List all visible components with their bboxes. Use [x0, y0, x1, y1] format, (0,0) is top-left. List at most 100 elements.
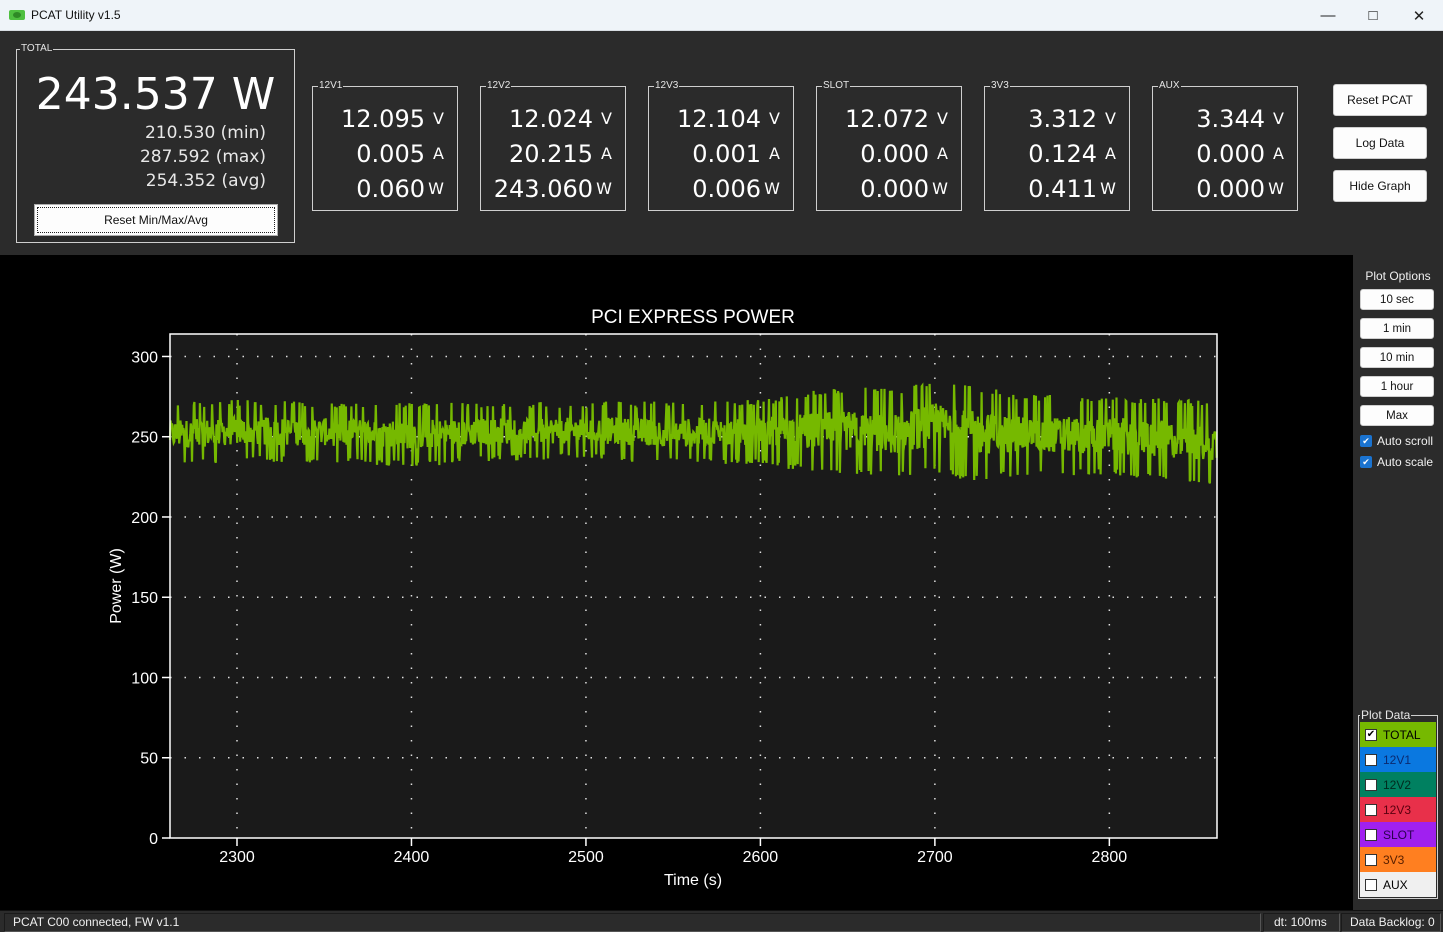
rail-group-aux: AUX 3.344 V 0.000 A 0.000 W	[1152, 79, 1298, 211]
x-tick-label: 2800	[1092, 849, 1128, 866]
total-min: 210.530 (min)	[144, 123, 266, 143]
y-axis-label: Power (W)	[108, 548, 125, 624]
volts-unit: V	[937, 109, 948, 128]
rail-label: 12V3	[654, 79, 680, 93]
rail-group-3v3: 3V3 3.312 V 0.124 A 0.411 W	[984, 79, 1130, 211]
y-tick-label: 50	[140, 751, 158, 768]
amps-unit: A	[433, 144, 444, 163]
hide-graph-button[interactable]: Hide Graph	[1333, 170, 1427, 202]
plot-data-label: 12V1	[1383, 752, 1412, 767]
checkmark-icon: ✔	[1360, 435, 1372, 447]
x-tick-label: 2600	[743, 849, 779, 866]
range-max-button[interactable]: Max	[1360, 405, 1434, 426]
rail-current-value: 0.000	[1196, 140, 1265, 168]
status-bar: PCAT C00 connected, FW v1.1 dt: 100ms Da…	[0, 910, 1443, 932]
plot-side-panel: Plot Options 10 sec 1 min 10 min 1 hour …	[1353, 255, 1443, 910]
amps-unit: A	[1273, 144, 1284, 163]
checkbox-icon: ✔	[1365, 728, 1377, 741]
auto-scroll-checkbox[interactable]: ✔ Auto scroll	[1360, 433, 1433, 449]
volts-unit: V	[769, 109, 780, 128]
checkbox-icon	[1365, 853, 1377, 866]
rail-current-row: 0.001 A	[649, 139, 791, 169]
rail-power-row: 0.411 W	[985, 174, 1127, 204]
rail-power-value: 0.000	[860, 175, 929, 203]
amps-unit: A	[1105, 144, 1116, 163]
checkmark-icon: ✔	[1360, 456, 1372, 468]
data-backlog-status: Data Backlog: 0	[1341, 913, 1441, 932]
plot-data-title: Plot Data	[1360, 708, 1412, 722]
plot-data-item-aux[interactable]: AUX	[1360, 872, 1436, 897]
volts-unit: V	[601, 109, 612, 128]
rail-voltage-value: 12.104	[677, 105, 761, 133]
plot-data-item-total[interactable]: ✔ TOTAL	[1360, 722, 1436, 747]
amps-unit: A	[601, 144, 612, 163]
rail-voltage-value: 3.344	[1196, 105, 1265, 133]
checkbox-icon	[1365, 828, 1377, 841]
rail-voltage-row: 12.072 V	[817, 104, 959, 134]
plot-data-group: Plot Data ✔ TOTAL 12V1 12V2 12V3 SLOT 3V…	[1358, 708, 1438, 899]
rail-group-12v1: 12V1 12.095 V 0.005 A 0.060 W	[312, 79, 458, 211]
plot-data-item-12v1[interactable]: 12V1	[1360, 747, 1436, 772]
title-bar: PCAT Utility v1.5 — □ ✕	[0, 0, 1443, 31]
plot-area	[170, 334, 1217, 838]
rail-power-row: 0.060 W	[313, 174, 455, 204]
auto-scroll-label: Auto scroll	[1377, 434, 1434, 448]
rail-current-row: 0.005 A	[313, 139, 455, 169]
range-1-hour-button[interactable]: 1 hour	[1360, 376, 1434, 397]
maximize-button[interactable]: □	[1350, 0, 1396, 31]
auto-scale-checkbox[interactable]: ✔ Auto scale	[1360, 454, 1433, 470]
minimize-button[interactable]: —	[1305, 0, 1351, 31]
rail-voltage-row: 3.344 V	[1153, 104, 1295, 134]
plot-data-item-slot[interactable]: SLOT	[1360, 822, 1436, 847]
watts-unit: W	[596, 179, 612, 198]
watts-unit: W	[1268, 179, 1284, 198]
y-tick-label: 0	[149, 831, 158, 848]
rail-current-value: 20.215	[509, 140, 593, 168]
log-data-button[interactable]: Log Data	[1333, 127, 1427, 159]
plot-data-item-12v2[interactable]: 12V2	[1360, 772, 1436, 797]
rail-group-slot: SLOT 12.072 V 0.000 A 0.000 W	[816, 79, 962, 211]
total-group-label: TOTAL	[20, 42, 54, 56]
close-button[interactable]: ✕	[1396, 0, 1442, 31]
watts-unit: W	[1100, 179, 1116, 198]
range-10-min-button[interactable]: 10 min	[1360, 347, 1434, 368]
rail-power-value: 243.060	[493, 175, 593, 203]
rail-power-row: 0.006 W	[649, 174, 791, 204]
rail-voltage-value: 12.024	[509, 105, 593, 133]
rail-voltage-row: 3.312 V	[985, 104, 1127, 134]
rail-current-row: 0.000 A	[1153, 139, 1295, 169]
chart-title: PCI EXPRESS POWER	[591, 307, 795, 328]
rail-current-value: 0.001	[692, 140, 761, 168]
plot-data-label: SLOT	[1383, 827, 1415, 842]
plot-options-title: Plot Options	[1365, 269, 1431, 283]
rail-group-12v3: 12V3 12.104 V 0.001 A 0.006 W	[648, 79, 794, 211]
reset-pcat-button[interactable]: Reset PCAT	[1333, 84, 1427, 116]
rail-label: 12V1	[318, 79, 344, 93]
x-axis-label: Time (s)	[664, 872, 722, 889]
rail-power-value: 0.411	[1028, 175, 1097, 203]
y-tick-label: 100	[131, 670, 158, 687]
y-tick-label: 200	[131, 510, 158, 527]
reset-min-max-avg-button[interactable]: Reset Min/Max/Avg	[34, 204, 278, 236]
x-tick-label: 2300	[219, 849, 255, 866]
dt-status: dt: 100ms	[1263, 913, 1340, 932]
rail-voltage-value: 12.072	[845, 105, 929, 133]
range-10-sec-button[interactable]: 10 sec	[1360, 289, 1434, 310]
rail-current-value: 0.000	[860, 140, 929, 168]
x-tick-label: 2700	[917, 849, 953, 866]
graph-area: 0 50 100 150 200 250 300 2300 2400 2500 2600 2700 2…	[0, 255, 1353, 910]
range-1-min-button[interactable]: 1 min	[1360, 318, 1434, 339]
total-max: 287.592 (max)	[139, 147, 266, 167]
rail-power-row: 243.060 W	[481, 174, 623, 204]
connection-status: PCAT C00 connected, FW v1.1	[4, 913, 1261, 932]
rail-group-12v2: 12V2 12.024 V 20.215 A 243.060 W	[480, 79, 626, 211]
nvidia-logo-icon	[9, 10, 25, 20]
plot-data-item-12v3[interactable]: 12V3	[1360, 797, 1436, 822]
y-axis: 0 50 100 150 200 250 300	[131, 349, 170, 848]
rail-power-value: 0.006	[692, 175, 761, 203]
plot-data-label: 12V2	[1383, 777, 1412, 792]
rail-power-row: 0.000 W	[1153, 174, 1295, 204]
rail-current-value: 0.124	[1028, 140, 1097, 168]
plot-data-item-3v3[interactable]: 3V3	[1360, 847, 1436, 872]
rail-voltage-row: 12.095 V	[313, 104, 455, 134]
